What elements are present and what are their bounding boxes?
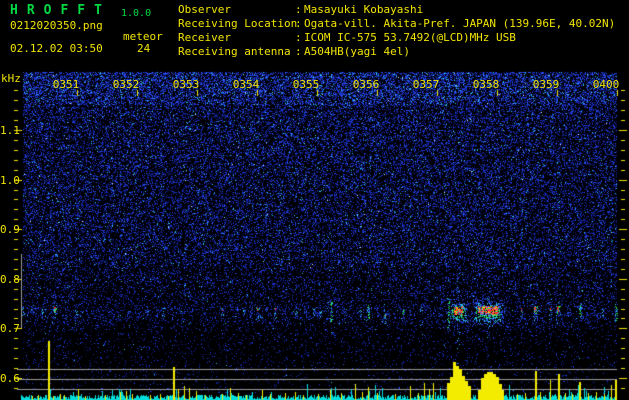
freq-tick-label: 0.7 bbox=[0, 322, 20, 335]
info-separator: : bbox=[295, 45, 302, 58]
info-row-receiver: Receiver : ICOM IC-575 53.7492(@LCD)MHz … bbox=[178, 31, 628, 44]
time-tick-label: 0400 bbox=[592, 78, 620, 91]
echo-count: 24 bbox=[137, 42, 151, 55]
info-value: A504HB(yagi 4el) bbox=[304, 45, 410, 58]
time-tick-label: 0351 bbox=[52, 78, 80, 91]
info-separator: : bbox=[295, 3, 302, 16]
info-row-observer: Observer : Masayuki Kobayashi bbox=[178, 3, 628, 16]
time-tick-label: 0359 bbox=[532, 78, 560, 91]
filename: 0212020350.png bbox=[10, 19, 103, 32]
info-value: Ogata-vill. Akita-Pref. JAPAN (139.96E, … bbox=[304, 17, 616, 30]
freq-tick-label: 0.6 bbox=[0, 372, 20, 385]
app-version: 1.0.0 bbox=[121, 8, 152, 19]
info-value: Masayuki Kobayashi bbox=[304, 3, 424, 16]
time-tick-label: 0352 bbox=[112, 78, 140, 91]
datetime: 02.12.02 03:50 bbox=[10, 42, 103, 55]
info-separator: : bbox=[295, 17, 302, 30]
app-title: HROFFT bbox=[10, 3, 111, 18]
info-value: ICOM IC-575 53.7492(@LCD)MHz USB bbox=[304, 31, 516, 44]
freq-tick-label: 1.0 bbox=[0, 173, 20, 187]
time-tick-label: 0355 bbox=[292, 78, 320, 91]
info-label: Receiving Location bbox=[178, 17, 298, 30]
freq-tick-label: 1.1 bbox=[0, 124, 20, 137]
hrofft-screen: HROFFT 1.0.0 0212020350.png meteor 02.12… bbox=[0, 0, 629, 400]
info-label: Receiver bbox=[178, 31, 231, 44]
spectrogram-canvas bbox=[0, 0, 629, 400]
info-label: Receiving antenna bbox=[178, 45, 291, 58]
time-tick-label: 0354 bbox=[232, 78, 260, 91]
info-separator: : bbox=[295, 31, 302, 44]
time-tick-label: 0353 bbox=[172, 78, 200, 91]
time-tick-label: 0357 bbox=[412, 78, 440, 91]
time-tick-label: 0358 bbox=[472, 78, 500, 91]
freq-tick-label: 0.8 bbox=[0, 272, 20, 286]
info-label: Observer bbox=[178, 3, 231, 16]
freq-axis-unit: kHz bbox=[1, 72, 21, 85]
info-row-location: Receiving Location : Ogata-vill. Akita-P… bbox=[178, 17, 628, 30]
time-tick-label: 0356 bbox=[352, 78, 380, 91]
freq-tick-label: 0.9 bbox=[0, 223, 20, 236]
info-row-antenna: Receiving antenna : A504HB(yagi 4el) bbox=[178, 45, 628, 58]
